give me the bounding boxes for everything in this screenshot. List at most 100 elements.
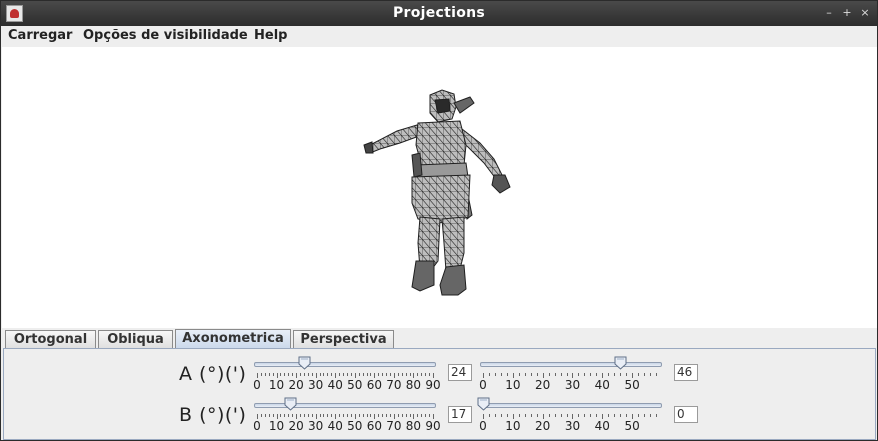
slider-tick [343,414,345,417]
projection-canvas[interactable] [2,47,877,328]
slider-tick [614,414,616,417]
slider-tick [303,414,305,417]
slider-tick [425,414,427,417]
angle-a-minutes-slider[interactable]: 0 10 20 30 40 50 [479,355,670,392]
slider-tick [272,373,274,376]
angle-b-minutes-slider[interactable]: 0 10 20 30 40 50 [477,396,670,433]
slider-tick [548,373,550,376]
slider-tick [620,414,622,417]
slider-thumb[interactable] [614,356,627,370]
slider-tick [323,414,325,417]
slider-tick [518,373,520,376]
maximize-button[interactable]: + [840,6,854,20]
slider-tick [548,414,550,417]
slider-tick-label: 10 [268,419,285,433]
slider-tick [524,414,526,417]
slider-track[interactable] [480,362,662,367]
slider-tick [554,414,556,417]
slider-tick [272,414,274,417]
slider-tick [311,414,313,417]
slider-tick [362,373,364,376]
slider-tick [307,414,309,417]
slider-thumb[interactable] [298,356,311,370]
slider-tick-label: 30 [564,378,581,392]
slider-tick-label: 70 [386,419,402,433]
slider-tick [506,373,508,376]
slider-tick [506,414,508,417]
slider-tick [584,373,586,376]
slider-tick [397,373,399,376]
slider-tick [331,414,333,417]
slider-tick-label: 60 [366,419,382,433]
slider-tick [620,373,622,376]
slider-tick [626,373,628,376]
tab-axonometrica[interactable]: Axonometrica [175,329,291,350]
tab-perspectiva[interactable]: Perspectiva [293,330,394,349]
slider-track[interactable] [480,403,662,408]
slider-tick [366,373,368,376]
slider-tick-label: 10 [268,378,285,392]
slider-tick [323,373,325,376]
angle-b-degrees-slider[interactable]: 0 10 20 30 40 50 60 70 80 90 [253,396,444,433]
slider-tick-label: 70 [386,378,402,392]
slider-tick [343,373,345,376]
slider-tick [260,414,262,417]
slider-tick [500,414,502,417]
tab-obliqua[interactable]: Obliqua [98,330,173,349]
slider-tick [358,373,360,376]
slider-tick [292,414,294,417]
slider-tick [560,373,562,376]
slider-tick [319,373,321,376]
slider-tick [280,373,282,376]
slider-tick [284,414,286,417]
angle-a-label: A (°)(') [179,363,247,385]
slider-tick [350,414,352,417]
slider-track[interactable] [254,362,436,367]
menu-help[interactable]: Help [254,28,287,43]
slider-tick-label: 20 [288,378,304,392]
slider-tick-label: 50 [624,378,640,392]
slider-tick-label: 40 [594,378,610,392]
slider-tick [292,373,294,376]
slider-tick-label: 60 [366,378,382,392]
slider-tick [596,373,598,376]
tab-ortogonal[interactable]: Ortogonal [5,330,96,349]
slider-tick [389,414,391,417]
slider-thumb[interactable] [284,397,297,411]
slider-track[interactable] [254,403,436,408]
slider-tick [409,414,411,417]
slider-tick [382,414,384,417]
wireframe-figure [363,89,511,296]
slider-tick [560,414,562,417]
slider-tick [346,414,348,417]
slider-tick [488,414,490,417]
slider-tick [530,414,532,417]
slider-tick-label: 10 [505,419,521,433]
minimize-button[interactable]: – [822,6,836,20]
slider-tick [638,414,640,417]
slider-tick [590,373,592,376]
slider-tick [397,414,399,417]
menu-carregar[interactable]: Carregar [8,28,72,43]
slider-tick [425,373,427,376]
slider-tick-label: 90 [425,378,441,392]
slider-tick-label: 40 [327,378,343,392]
menu-visibility-options[interactable]: Opções de visibilidade [83,28,248,43]
angle-a-degrees-value: 24 [448,364,472,381]
slider-thumb[interactable] [477,397,490,411]
slider-tick-label: 80 [405,419,422,433]
slider-tick [264,414,266,417]
slider-tick [284,373,286,376]
title-bar[interactable]: Projections – + × [1,1,877,26]
slider-tick [494,414,496,417]
slider-tick [401,373,403,376]
slider-tick [417,373,419,376]
slider-tick [370,373,372,376]
slider-tick-label: 20 [535,419,551,433]
slider-tick [358,414,360,417]
close-button[interactable]: × [858,6,872,20]
slider-tick [386,373,388,376]
slider-tick [362,414,364,417]
angle-a-degrees-slider[interactable]: 0 10 20 30 40 50 60 70 80 90 [253,355,444,392]
slider-tick-label: 30 [308,378,324,392]
